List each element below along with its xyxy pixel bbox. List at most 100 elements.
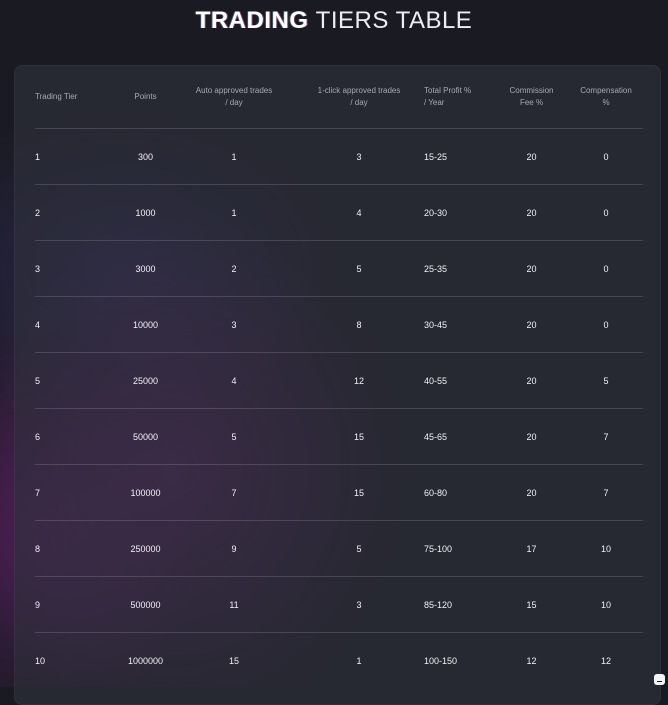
- cell-points: 1000000: [127, 655, 164, 666]
- cell-auto-approved: 4: [168, 352, 300, 409]
- table-row: 7 100000 7 15 60-80 20 7: [35, 464, 643, 521]
- cell-tier: 1: [35, 128, 123, 185]
- header-click-line2: / day: [350, 97, 368, 107]
- cell-one-click-approved: 3: [300, 576, 418, 633]
- header-compensation-line1: Compensation: [580, 85, 632, 95]
- cell-tier: 10: [35, 655, 46, 666]
- table-header-row: Trading Tier Points Auto approved trades…: [35, 65, 643, 129]
- cell-one-click-approved: 15: [300, 464, 418, 521]
- cell-commission-fee: 20: [494, 240, 569, 297]
- cell-points: 25000: [123, 352, 168, 409]
- header-auto-line1: Auto approved trades: [195, 85, 273, 95]
- cell-compensation: 0: [569, 296, 643, 353]
- cell-total-profit: 85-120: [418, 576, 494, 633]
- table-row: 10 1000000 15 1 100-150 12 12: [35, 633, 643, 689]
- cell-compensation: 10: [569, 520, 643, 577]
- cell-one-click-approved: 3: [300, 128, 418, 185]
- cell-compensation: 12: [600, 655, 611, 666]
- header-commission-line1: Commission: [509, 85, 554, 95]
- cell-one-click-approved: 12: [300, 352, 418, 409]
- header-auto-approved: Auto approved trades / day: [168, 65, 300, 129]
- cell-points: 1000: [123, 184, 168, 241]
- cell-total-profit: 25-35: [418, 240, 494, 297]
- header-compensation-line2: %: [602, 97, 610, 107]
- cell-points: 250000: [123, 520, 168, 577]
- table-row: 8 250000 9 5 75-100 17 10: [35, 520, 643, 577]
- cell-total-profit: 100-150: [424, 655, 458, 666]
- header-points: Points: [123, 65, 168, 129]
- cell-commission-fee: 15: [494, 576, 569, 633]
- cell-total-profit: 15-25: [418, 128, 494, 185]
- cell-auto-approved: 11: [168, 576, 300, 633]
- cell-commission-fee: 17: [494, 520, 569, 577]
- cell-auto-approved: 15: [228, 655, 239, 666]
- cell-one-click-approved: 5: [300, 520, 418, 577]
- cell-tier: 8: [35, 520, 123, 577]
- cell-compensation: 10: [569, 576, 643, 633]
- cell-compensation: 5: [569, 352, 643, 409]
- tiers-panel: Trading Tier Points Auto approved trades…: [14, 65, 661, 705]
- cell-compensation: 0: [569, 240, 643, 297]
- header-total-profit: Total Profit % / Year: [418, 65, 494, 129]
- cell-total-profit: 45-65: [418, 408, 494, 465]
- header-commission-line2: Fee %: [519, 97, 544, 107]
- cell-auto-approved: 1: [168, 128, 300, 185]
- cell-commission-fee: 20: [494, 128, 569, 185]
- cell-tier: 7: [35, 464, 123, 521]
- cell-points: 50000: [123, 408, 168, 465]
- table-row: 9 500000 11 3 85-120 15 10: [35, 576, 643, 633]
- header-one-click-approved: 1-click approved trades / day: [300, 65, 418, 129]
- cell-tier: 6: [35, 408, 123, 465]
- cell-auto-approved: 5: [168, 408, 300, 465]
- cell-tier: 9: [35, 576, 123, 633]
- table-row: 6 50000 5 15 45-65 20 7: [35, 408, 643, 465]
- tiers-table: Trading Tier Points Auto approved trades…: [35, 65, 643, 688]
- cell-points: 100000: [123, 464, 168, 521]
- table-row: 5 25000 4 12 40-55 20 5: [35, 352, 643, 409]
- header-profit-line1: Total Profit %: [424, 85, 472, 95]
- header-click-line1: 1-click approved trades: [317, 85, 401, 95]
- cell-auto-approved: 2: [168, 240, 300, 297]
- cell-points: 500000: [123, 576, 168, 633]
- cell-commission-fee: 20: [494, 408, 569, 465]
- cell-total-profit: 30-45: [418, 296, 494, 353]
- cell-auto-approved: 3: [168, 296, 300, 353]
- cell-auto-approved: 1: [168, 184, 300, 241]
- cell-tier: 4: [35, 296, 123, 353]
- header-points-text: Points: [134, 91, 157, 101]
- cell-tier: 2: [35, 184, 123, 241]
- cell-points: 3000: [123, 240, 168, 297]
- cell-points: 300: [123, 128, 168, 185]
- cell-one-click-approved: 4: [300, 184, 418, 241]
- table-row: 2 1000 1 4 20-30 20 0: [35, 184, 643, 241]
- cell-total-profit: 20-30: [418, 184, 494, 241]
- cell-commission-fee: 20: [494, 184, 569, 241]
- cell-commission-fee: 20: [494, 464, 569, 521]
- cell-total-profit: 60-80: [418, 464, 494, 521]
- table-row: 3 3000 2 5 25-35 20 0: [35, 240, 643, 297]
- title-bold-part: TRADING: [195, 7, 309, 34]
- table-row: 4 10000 3 8 30-45 20 0: [35, 296, 643, 353]
- cell-one-click-approved: 15: [300, 408, 418, 465]
- cell-compensation: 7: [569, 464, 643, 521]
- cell-tier: 3: [35, 240, 123, 297]
- table-row: 1 300 1 3 15-25 20 0: [35, 128, 643, 185]
- header-trading-tier: Trading Tier: [35, 65, 123, 129]
- cell-total-profit: 75-100: [418, 520, 494, 577]
- header-profit-line2: / Year: [424, 97, 445, 107]
- cell-total-profit: 40-55: [418, 352, 494, 409]
- cell-compensation: 0: [569, 128, 643, 185]
- header-trading-tier-text: Trading Tier: [35, 91, 78, 101]
- cell-one-click-approved: 8: [300, 296, 418, 353]
- chat-bubble-icon[interactable]: [654, 674, 665, 685]
- header-commission-fee: Commission Fee %: [494, 65, 569, 129]
- header-compensation: Compensation%: [569, 65, 643, 129]
- cell-compensation: 7: [569, 408, 643, 465]
- header-auto-line2: / day: [225, 97, 243, 107]
- cell-auto-approved: 7: [168, 464, 300, 521]
- cell-commission-fee: 20: [494, 352, 569, 409]
- cell-one-click-approved: 1: [356, 655, 362, 666]
- cell-auto-approved: 9: [168, 520, 300, 577]
- cell-commission-fee: 12: [526, 655, 537, 666]
- cell-compensation: 0: [569, 184, 643, 241]
